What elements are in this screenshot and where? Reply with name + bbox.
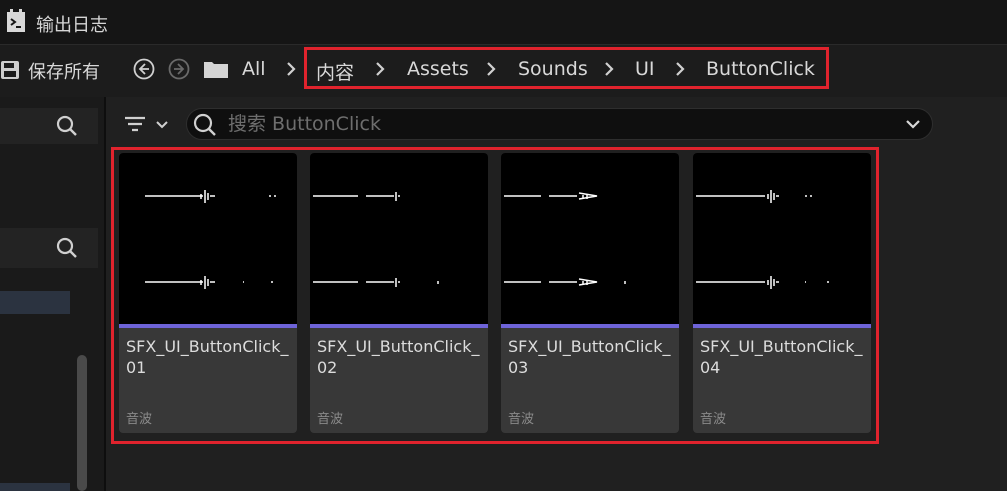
chevron-down-icon[interactable] [904,116,922,132]
save-icon[interactable] [0,60,20,80]
chevron-right-icon [287,62,296,76]
search-icon [193,113,216,136]
folder-icon[interactable] [203,59,229,79]
forward-icon[interactable] [168,58,190,80]
save-all-button[interactable]: 保存所有 [28,58,100,84]
asset-card[interactable]: SFX_UI_ButtonClick_02 音波 [310,153,488,433]
title-bar [0,0,1007,44]
asset-card[interactable]: SFX_UI_ButtonClick_03 音波 [501,153,679,433]
search-input[interactable] [228,110,888,138]
asset-name: SFX_UI_ButtonClick_03 [508,337,671,377]
sound-wave-color-bar [693,324,871,328]
asset-type: 音波 [508,412,535,427]
selected-folder-row[interactable] [0,483,70,491]
breadcrumb-highlight [304,47,829,89]
sound-wave-color-bar [501,324,679,328]
selected-folder-row[interactable] [0,291,70,314]
waveform-thumbnail [693,153,871,324]
asset-card[interactable]: SFX_UI_ButtonClick_04 音波 [693,153,871,433]
output-log-icon [7,9,25,32]
asset-type: 音波 [126,412,153,427]
waveform-thumbnail [119,153,297,324]
window-title: 输出日志 [36,15,108,36]
breadcrumb-all[interactable]: All [242,58,266,80]
scrollbar[interactable] [77,355,87,491]
collections-search-field[interactable] [0,228,98,268]
asset-type: 音波 [700,412,727,427]
sound-wave-color-bar [310,324,488,328]
asset-name: SFX_UI_ButtonClick_04 [700,337,863,377]
asset-name: SFX_UI_ButtonClick_01 [126,337,289,377]
search-icon[interactable] [55,236,79,260]
asset-type: 音波 [317,412,344,427]
asset-card[interactable]: SFX_UI_ButtonClick_01 音波 [119,153,297,433]
asset-name: SFX_UI_ButtonClick_02 [317,337,480,377]
search-icon[interactable] [55,114,79,138]
sound-wave-color-bar [119,324,297,328]
waveform-thumbnail [310,153,488,324]
filter-icon[interactable] [120,112,176,138]
waveform-thumbnail [501,153,679,324]
sources-search-field[interactable] [0,108,98,144]
back-icon[interactable] [133,58,155,80]
